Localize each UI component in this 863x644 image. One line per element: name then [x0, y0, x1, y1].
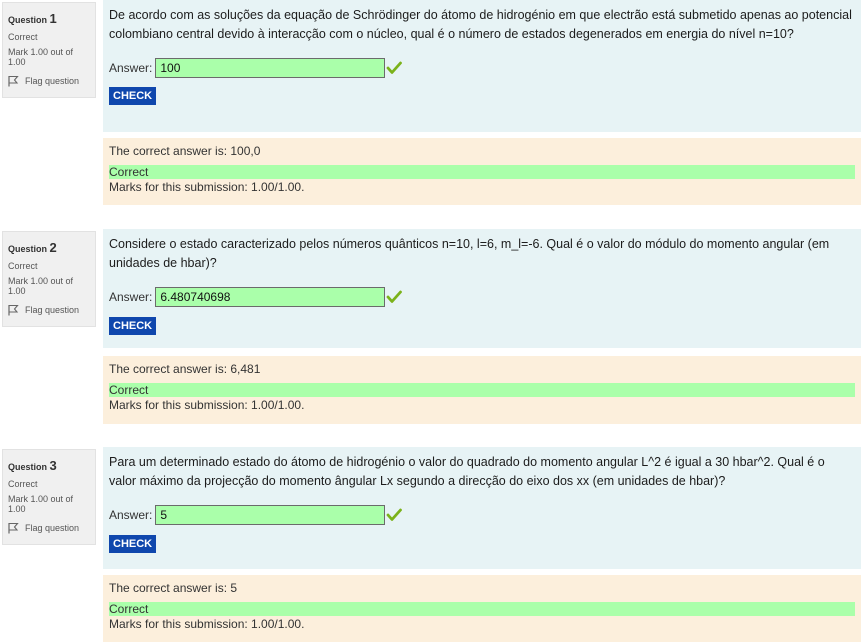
question-number: Question 3 — [8, 458, 57, 473]
question-text: De acordo com as soluções da equação de … — [109, 8, 852, 41]
question-text: Para um determinado estado do átomo de h… — [109, 455, 825, 488]
check-button[interactable]: CHECK — [109, 535, 157, 553]
check-button[interactable]: CHECK — [109, 317, 157, 335]
flag-question-label: Flag question — [25, 305, 80, 315]
question-state: Correct — [8, 32, 38, 42]
flag-icon — [8, 304, 19, 316]
flag-icon — [8, 75, 19, 87]
correct-answer-text: The correct answer is: 100,0 — [109, 144, 261, 158]
question-mark: Mark 1.00 out of 1.00 — [8, 47, 74, 67]
question-3: Question 3 Correct Mark 1.00 out of 1.00… — [0, 447, 863, 644]
question-formulation: Para um determinado estado do átomo de h… — [103, 447, 861, 569]
question-1: Question 1 Correct Mark 1.00 out of 1.00… — [0, 0, 863, 210]
question-number: Question 1 — [8, 11, 57, 26]
answer-input[interactable] — [155, 505, 386, 525]
feedback-box: The correct answer is: 6,481 Correct Mar… — [103, 356, 861, 424]
correct-answer-text: The correct answer is: 5 — [109, 581, 238, 595]
question-info: Question 2 Correct Mark 1.00 out of 1.00… — [2, 231, 96, 327]
answer-row: Answer: — [109, 58, 855, 78]
answer-label: Answer: — [109, 508, 153, 522]
marks-text: Marks for this submission: 1.00/1.00. — [109, 398, 305, 412]
question-number: Question 2 — [8, 240, 57, 255]
flag-question-label: Flag question — [25, 76, 80, 86]
answer-label: Answer: — [109, 290, 153, 304]
correct-check-icon — [386, 508, 403, 521]
correct-check-icon — [386, 290, 403, 303]
answer-row: Answer: — [109, 287, 855, 307]
result-correct: Correct — [109, 165, 855, 179]
answer-input[interactable] — [155, 287, 386, 307]
question-info: Question 3 Correct Mark 1.00 out of 1.00… — [2, 449, 96, 545]
result-correct: Correct — [109, 602, 855, 616]
marks-text: Marks for this submission: 1.00/1.00. — [109, 617, 305, 631]
correct-answer-text: The correct answer is: 6,481 — [109, 362, 261, 376]
flag-question-link[interactable]: Flag question — [8, 304, 90, 316]
flag-question-link[interactable]: Flag question — [8, 75, 90, 87]
question-mark: Mark 1.00 out of 1.00 — [8, 276, 74, 296]
flag-question-link[interactable]: Flag question — [8, 522, 90, 534]
answer-row: Answer: — [109, 505, 855, 525]
question-info: Question 1 Correct Mark 1.00 out of 1.00… — [2, 2, 96, 98]
feedback-box: The correct answer is: 100,0 Correct Mar… — [103, 138, 861, 205]
result-correct: Correct — [109, 383, 855, 397]
correct-check-icon — [386, 61, 403, 74]
question-text: Considere o estado caracterizado pelos n… — [109, 237, 830, 270]
question-mark: Mark 1.00 out of 1.00 — [8, 494, 74, 514]
flag-icon — [8, 522, 19, 534]
flag-question-label: Flag question — [25, 523, 80, 533]
question-formulation: De acordo com as soluções da equação de … — [103, 0, 861, 132]
answer-input[interactable] — [155, 58, 386, 78]
question-state: Correct — [8, 261, 38, 271]
question-state: Correct — [8, 479, 38, 489]
feedback-box: The correct answer is: 5 Correct Marks f… — [103, 575, 861, 642]
answer-label: Answer: — [109, 61, 153, 75]
question-2: Question 2 Correct Mark 1.00 out of 1.00… — [0, 229, 863, 429]
marks-text: Marks for this submission: 1.00/1.00. — [109, 180, 305, 194]
check-button[interactable]: CHECK — [109, 87, 157, 105]
question-formulation: Considere o estado caracterizado pelos n… — [103, 229, 861, 348]
